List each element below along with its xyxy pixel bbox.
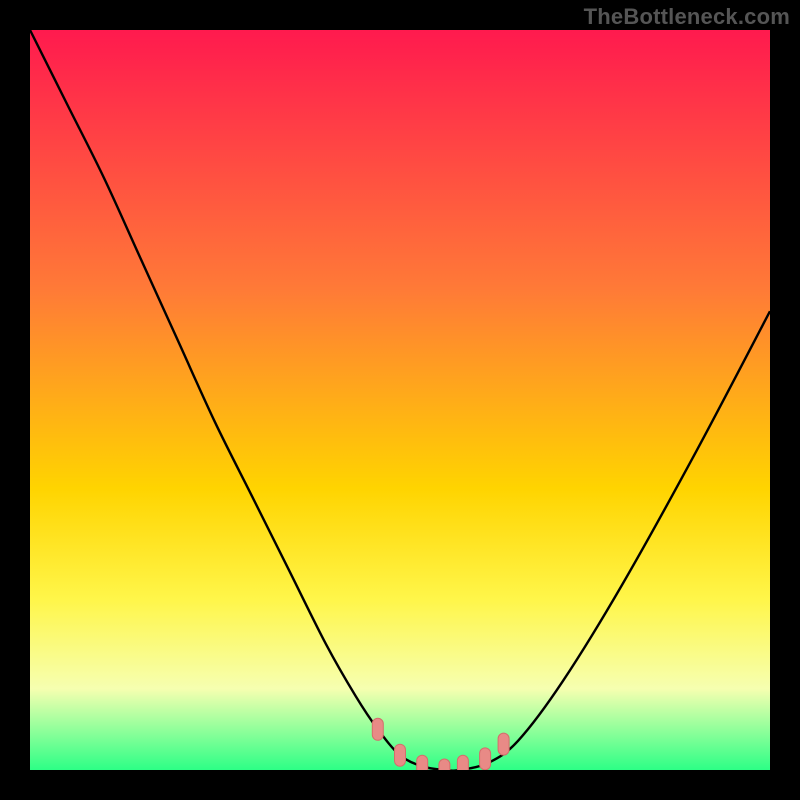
watermark-text: TheBottleneck.com xyxy=(584,4,790,30)
gradient-background xyxy=(30,30,770,770)
chart-frame: TheBottleneck.com xyxy=(0,0,800,800)
marker-point xyxy=(372,718,383,740)
marker-point xyxy=(480,748,491,770)
marker-point xyxy=(498,733,509,755)
marker-point xyxy=(395,744,406,766)
bottleneck-chart xyxy=(0,0,800,800)
